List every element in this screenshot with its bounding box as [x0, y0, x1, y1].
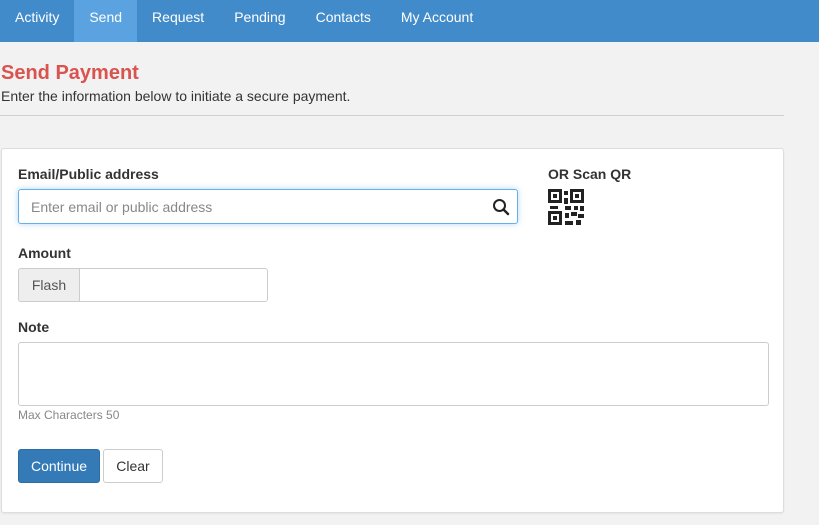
amount-label: Amount [18, 245, 71, 261]
note-label: Note [18, 319, 50, 335]
nav-item-my-account[interactable]: My Account [386, 0, 488, 42]
header-divider [0, 115, 784, 116]
note-help-text: Max Characters 50 [18, 408, 120, 422]
clear-button[interactable]: Clear [103, 449, 163, 483]
nav-item-pending[interactable]: Pending [219, 0, 300, 42]
email-label: Email/Public address [18, 166, 159, 182]
send-payment-form: Email/Public address OR Scan QR Amount F… [1, 148, 784, 513]
nav-item-activity[interactable]: Activity [0, 0, 74, 42]
continue-button[interactable]: Continue [18, 449, 100, 483]
note-textarea[interactable] [18, 342, 769, 406]
currency-addon: Flash [18, 268, 79, 302]
nav-item-request[interactable]: Request [137, 0, 219, 42]
top-navbar: Activity Send Request Pending Contacts M… [0, 0, 819, 42]
qr-label: OR Scan QR [548, 166, 632, 182]
nav-item-contacts[interactable]: Contacts [301, 0, 386, 42]
page-subtitle: Enter the information below to initiate … [1, 88, 351, 104]
amount-input[interactable] [79, 268, 268, 302]
email-field-wrapper [18, 189, 518, 224]
nav-item-send[interactable]: Send [74, 0, 138, 42]
search-icon[interactable] [492, 198, 510, 216]
qr-code-icon[interactable] [548, 189, 584, 225]
page-title: Send Payment [1, 62, 139, 84]
email-input[interactable] [19, 190, 489, 223]
amount-input-group: Flash [18, 268, 268, 302]
